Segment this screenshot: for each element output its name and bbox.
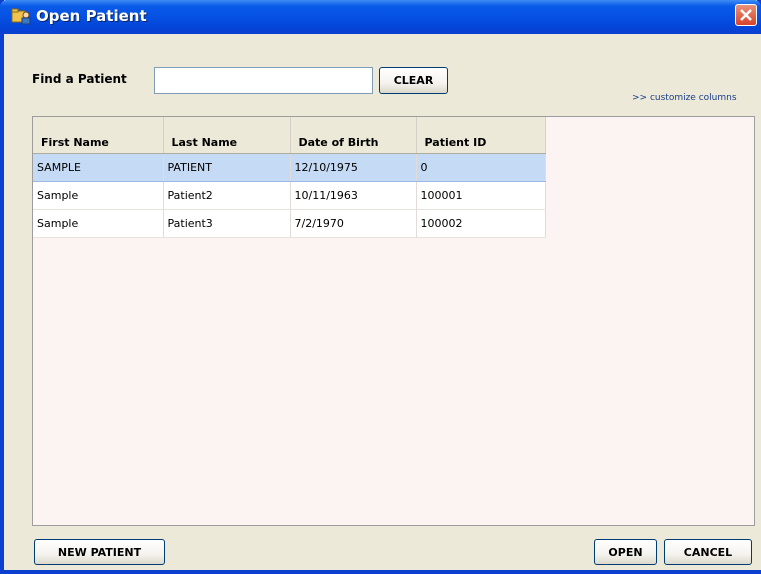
first-name-cell: Sample <box>33 209 164 238</box>
column-header-date-of-birth[interactable]: Date of Birth <box>290 117 417 154</box>
column-header-first-name[interactable]: First Name <box>33 117 164 154</box>
patient-id-cell: 100001 <box>416 181 546 210</box>
first-name-cell: Sample <box>33 181 164 210</box>
table-header-row: First Name Last Name Date of Birth Patie… <box>33 117 546 154</box>
close-button[interactable] <box>735 4 757 26</box>
table-row[interactable]: Sample Patient2 10/11/1963 100001 <box>33 181 546 210</box>
open-button[interactable]: OPEN <box>594 539 657 565</box>
new-patient-button[interactable]: NEW PATIENT <box>34 539 165 565</box>
patient-id-cell: 0 <box>416 153 546 182</box>
title-bar[interactable]: Open Patient <box>0 0 761 34</box>
close-icon <box>740 9 752 21</box>
patient-folder-icon <box>11 7 33 25</box>
dialog-title: Open Patient <box>36 7 147 25</box>
table-row[interactable]: SAMPLE PATIENT 12/10/1975 0 <box>33 153 546 182</box>
last-name-cell: PATIENT <box>163 153 291 182</box>
find-patient-input[interactable] <box>154 67 373 94</box>
first-name-cell: SAMPLE <box>33 153 164 182</box>
cancel-button[interactable]: CANCEL <box>664 539 752 565</box>
patient-id-cell: 100002 <box>416 209 546 238</box>
customize-columns-link[interactable]: >> customize columns <box>632 93 737 103</box>
clear-button[interactable]: CLEAR <box>379 67 448 94</box>
last-name-cell: Patient2 <box>163 181 291 210</box>
dob-cell: 12/10/1975 <box>290 153 417 182</box>
patient-table: First Name Last Name Date of Birth Patie… <box>33 117 546 238</box>
dob-cell: 10/11/1963 <box>290 181 417 210</box>
patient-list[interactable]: First Name Last Name Date of Birth Patie… <box>32 116 755 526</box>
dob-cell: 7/2/1970 <box>290 209 417 238</box>
table-row[interactable]: Sample Patient3 7/2/1970 100002 <box>33 209 546 238</box>
open-patient-dialog: Open Patient Find a Patient CLEAR >> cus… <box>0 0 761 574</box>
last-name-cell: Patient3 <box>163 209 291 238</box>
column-header-patient-id[interactable]: Patient ID <box>416 117 546 154</box>
column-header-last-name[interactable]: Last Name <box>163 117 291 154</box>
find-patient-label: Find a Patient <box>32 72 127 86</box>
